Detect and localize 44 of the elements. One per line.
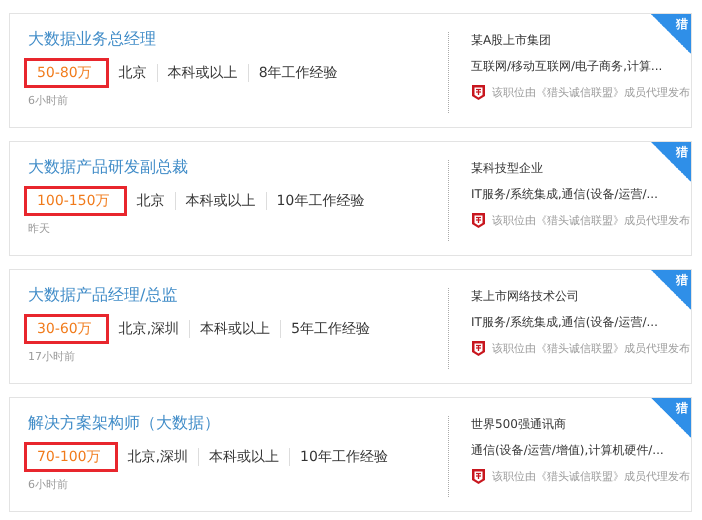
agency-note: 该职位由《猎头诚信联盟》成员代理发布: [492, 85, 690, 100]
post-time: 6小时前: [28, 93, 68, 108]
salary: 70-100万: [24, 442, 118, 472]
industry-text: IT服务/系统集成,通信(设备/运营/...: [471, 314, 659, 331]
company-name-link[interactable]: 世界500强通讯商: [471, 416, 566, 433]
agency-note: 该职位由《猎头诚信联盟》成员代理发布: [492, 469, 690, 484]
job-requirement: 北京: [118, 64, 148, 82]
corner-badge: 猎: [651, 270, 691, 310]
salary: 30-60万: [24, 314, 109, 344]
shield-icon: [471, 84, 486, 101]
industry-text: 通信(设备/运营/增值),计算机硬件/...: [471, 442, 665, 459]
job-requirement: 10年工作经验: [266, 192, 374, 210]
job-requirement: 北京,深圳: [118, 320, 180, 338]
company-name-link[interactable]: 某上市网络技术公司: [471, 288, 579, 305]
job-title-link[interactable]: 解决方案架构师（大数据）: [28, 412, 220, 434]
job-requirement: 8年工作经验: [248, 64, 348, 82]
job-requirement: 10年工作经验: [289, 448, 398, 466]
corner-badge: 猎: [651, 14, 691, 54]
agency-note: 该职位由《猎头诚信联盟》成员代理发布: [492, 341, 690, 356]
job-requirement: 北京: [136, 192, 166, 210]
job-requirement: 本科或以上: [156, 64, 248, 82]
job-requirement: 本科或以上: [189, 320, 280, 338]
job-requirement: 北京,深圳: [126, 448, 190, 466]
salary: 50-80万: [24, 58, 109, 88]
job-title-link[interactable]: 大数据产品研发副总裁: [28, 156, 188, 178]
job-title-link[interactable]: 大数据业务总经理: [28, 28, 156, 50]
corner-badge: 猎: [651, 398, 691, 438]
shield-icon: [471, 468, 486, 485]
corner-badge: 猎: [651, 142, 691, 182]
shield-icon: [471, 340, 486, 357]
job-requirement: 本科或以上: [198, 448, 290, 466]
industry-text: IT服务/系统集成,通信(设备/运营/...: [471, 186, 659, 203]
job-requirement: 5年工作经验: [280, 320, 380, 338]
job-title-link[interactable]: 大数据产品经理/总监: [28, 284, 178, 306]
post-time: 6小时前: [28, 477, 68, 492]
post-time: 17小时前: [28, 349, 75, 364]
post-time: 昨天: [28, 221, 50, 236]
agency-note: 该职位由《猎头诚信联盟》成员代理发布: [492, 213, 690, 228]
salary: 100-150万: [24, 186, 126, 216]
company-name-link[interactable]: 某科技型企业: [471, 160, 543, 177]
job-requirement: 本科或以上: [174, 192, 266, 210]
company-name-link[interactable]: 某A股上市集团: [471, 32, 552, 49]
industry-text: 互联网/移动互联网/电子商务,计算...: [471, 58, 664, 75]
shield-icon: [471, 212, 486, 229]
